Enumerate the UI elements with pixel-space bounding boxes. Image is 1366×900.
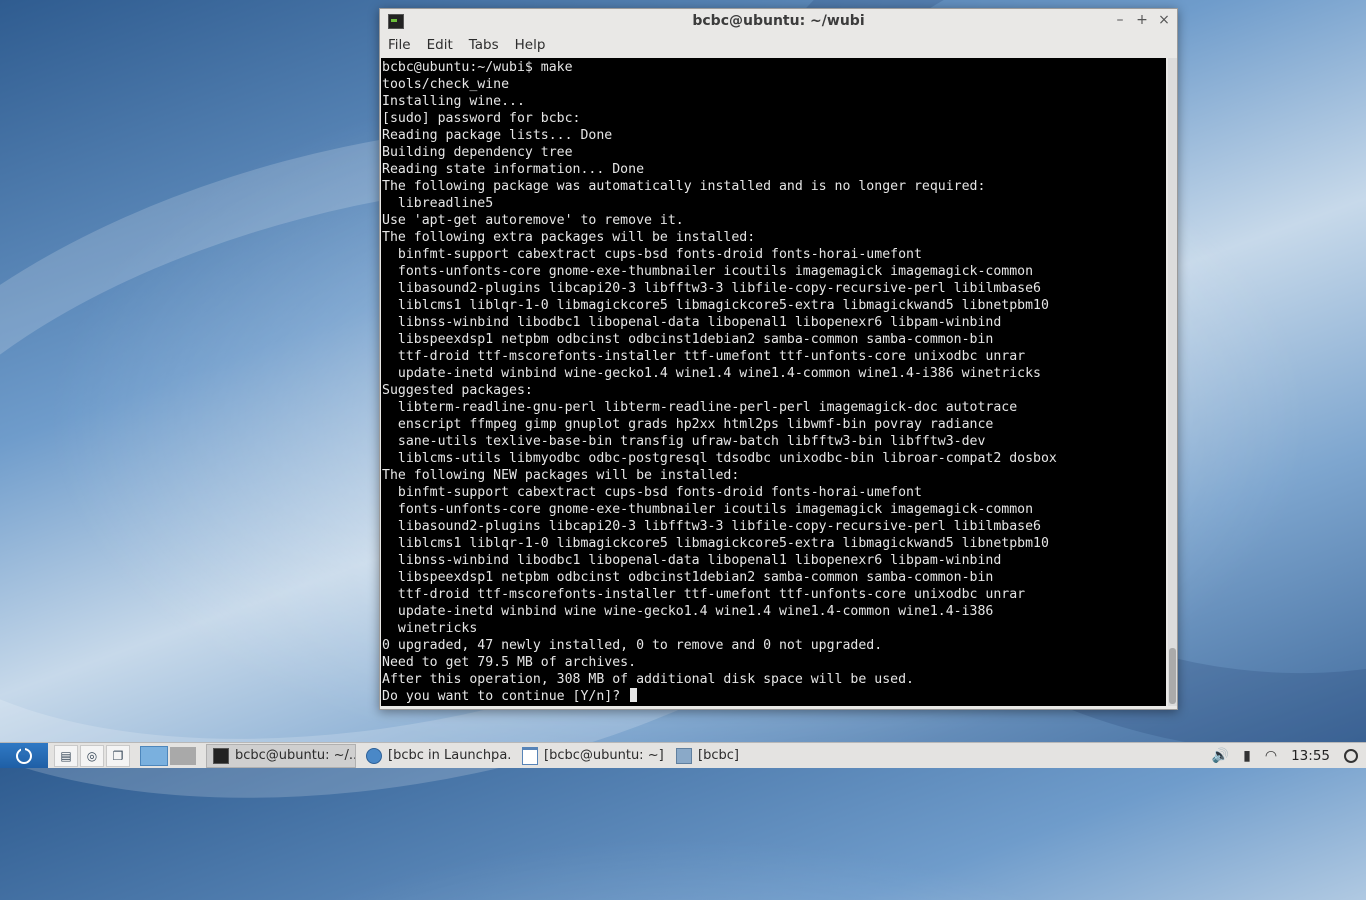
task-folder-bcbc[interactable]: [bcbc] bbox=[670, 745, 752, 767]
terminal-line: libnss-winbind libodbc1 libopenal-data l… bbox=[397, 553, 1002, 568]
task-label: [bcbc in Launchpa... bbox=[388, 748, 512, 763]
terminal-line: Suggested packages: bbox=[382, 383, 533, 398]
workspace-2[interactable] bbox=[170, 746, 196, 765]
file-manager-launcher-icon[interactable]: ▤ bbox=[54, 744, 78, 767]
menu-edit[interactable]: Edit bbox=[427, 37, 461, 53]
window-title: bcbc@ubuntu: ~/wubi bbox=[692, 13, 865, 29]
terminal-line: fonts-unfonts-core gnome-exe-thumbnailer… bbox=[397, 264, 1034, 279]
terminal-window: bcbc@ubuntu: ~/wubi – + × File Edit Tabs… bbox=[379, 8, 1178, 710]
terminal-icon bbox=[213, 747, 229, 764]
terminal-line: [sudo] password for bcbc: bbox=[382, 111, 581, 126]
battery-icon[interactable]: ▮ bbox=[1243, 748, 1251, 764]
system-tray: 🔊 ▮ ◠ 13:55 bbox=[1212, 743, 1366, 768]
terminal-line: libspeexdsp1 netpbm odbcinst odbcinst1de… bbox=[397, 332, 994, 347]
title-bar[interactable]: bcbc@ubuntu: ~/wubi – + × bbox=[380, 9, 1177, 33]
task-launchpad-browser[interactable]: [bcbc in Launchpa... bbox=[360, 745, 512, 767]
terminal-line: binfmt-support cabextract cups-bsd fonts… bbox=[397, 485, 922, 500]
terminal-line: Use 'apt-get autoremove' to remove it. bbox=[382, 213, 684, 228]
maximize-button[interactable]: + bbox=[1135, 12, 1149, 28]
terminal-line: libasound2-plugins libcapi20-3 libfftw3-… bbox=[397, 281, 1041, 296]
menu-help[interactable]: Help bbox=[515, 37, 554, 53]
terminal-line: Building dependency tree bbox=[382, 145, 573, 160]
terminal-line: Reading package lists... Done bbox=[382, 128, 613, 143]
terminal-line: update-inetd winbind wine-gecko1.4 wine1… bbox=[397, 366, 1041, 381]
terminal-line: The following package was automatically … bbox=[382, 179, 986, 194]
terminal-line: liblcms1 liblqr-1-0 libmagickcore5 libma… bbox=[397, 298, 1049, 313]
terminal-line: liblcms1 liblqr-1-0 libmagickcore5 libma… bbox=[397, 536, 1049, 551]
terminal-line: libnss-winbind libodbc1 libopenal-data l… bbox=[397, 315, 1002, 330]
terminal-cursor bbox=[630, 688, 638, 702]
terminal-line: The following NEW packages will be insta… bbox=[382, 468, 740, 483]
terminal-scrollbar[interactable] bbox=[1168, 58, 1177, 706]
terminal-line: bcbc@ubuntu:~/wubi$ make bbox=[382, 60, 573, 75]
terminal-line: enscript ffmpeg gimp gnuplot grads hp2xx… bbox=[397, 417, 994, 432]
terminal-line: ttf-droid ttf-mscorefonts-installer ttf-… bbox=[397, 349, 1026, 364]
scrollbar-thumb[interactable] bbox=[1169, 648, 1176, 704]
menu-tabs[interactable]: Tabs bbox=[469, 37, 507, 53]
terminal-line: update-inetd winbind wine wine-gecko1.4 … bbox=[397, 604, 994, 619]
terminal-line: tools/check_wine bbox=[382, 77, 510, 92]
taskbar: ▤ ◎ ❐ bcbc@ubuntu: ~/... [bcbc in Launch… bbox=[0, 742, 1366, 768]
terminal-line: libreadline5 bbox=[397, 196, 494, 211]
menu-file[interactable]: File bbox=[388, 37, 419, 53]
terminal-line: The following extra packages will be ins… bbox=[382, 230, 756, 245]
terminal-line: ttf-droid ttf-mscorefonts-installer ttf-… bbox=[397, 587, 1026, 602]
terminal-line: libasound2-plugins libcapi20-3 libfftw3-… bbox=[397, 519, 1041, 534]
terminal-line: fonts-unfonts-core gnome-exe-thumbnailer… bbox=[397, 502, 1034, 517]
power-icon[interactable] bbox=[1344, 748, 1358, 763]
browser-launcher-icon[interactable]: ◎ bbox=[80, 744, 104, 767]
folder-icon bbox=[676, 747, 692, 764]
terminal-line: Need to get 79.5 MB of archives. bbox=[382, 655, 637, 670]
window-controls: – + × bbox=[1113, 12, 1171, 28]
terminal-line: liblcms-utils libmyodbc odbc-postgresql … bbox=[397, 451, 1057, 466]
task-label: [bcbc@ubuntu: ~] bbox=[544, 748, 664, 763]
close-button[interactable]: × bbox=[1157, 12, 1171, 28]
terminal-line: 0 upgraded, 47 newly installed, 0 to rem… bbox=[382, 638, 883, 653]
volume-icon[interactable]: 🔊 bbox=[1212, 748, 1229, 764]
menu-bar: File Edit Tabs Help bbox=[380, 33, 1177, 57]
terminal-line: libterm-readline-gnu-perl libterm-readli… bbox=[397, 400, 1018, 415]
terminal-line: binfmt-support cabextract cups-bsd fonts… bbox=[397, 247, 922, 262]
terminal-line: sane-utils texlive-base-bin transfig ufr… bbox=[397, 434, 986, 449]
terminal-line: Reading state information... Done bbox=[382, 162, 645, 177]
terminal-text: bcbc@ubuntu:~/wubi$ make tools/check_win… bbox=[381, 58, 1166, 705]
window-icon bbox=[522, 746, 538, 765]
lubuntu-logo-icon bbox=[16, 746, 32, 764]
clock[interactable]: 13:55 bbox=[1291, 748, 1330, 764]
start-menu-button[interactable] bbox=[0, 743, 48, 768]
terminal-prompt: Do you want to continue [Y/n]? bbox=[382, 689, 629, 704]
show-desktop-icon[interactable]: ❐ bbox=[106, 744, 130, 767]
task-terminal-home[interactable]: [bcbc@ubuntu: ~] bbox=[516, 745, 666, 767]
wifi-icon[interactable]: ◠ bbox=[1265, 748, 1277, 764]
terminal-line: libspeexdsp1 netpbm odbcinst odbcinst1de… bbox=[397, 570, 994, 585]
task-label: [bcbc] bbox=[698, 748, 739, 763]
terminal-line: After this operation, 308 MB of addition… bbox=[382, 672, 914, 687]
terminal-line: winetricks bbox=[397, 621, 478, 636]
terminal-line: Installing wine... bbox=[382, 94, 525, 109]
workspace-1[interactable] bbox=[140, 745, 168, 766]
browser-icon bbox=[366, 747, 382, 764]
minimize-button[interactable]: – bbox=[1113, 12, 1127, 28]
task-terminal-wubi[interactable]: bcbc@ubuntu: ~/... bbox=[206, 743, 356, 768]
task-label: bcbc@ubuntu: ~/... bbox=[235, 748, 356, 763]
terminal-output[interactable]: bcbc@ubuntu:~/wubi$ make tools/check_win… bbox=[381, 58, 1166, 706]
